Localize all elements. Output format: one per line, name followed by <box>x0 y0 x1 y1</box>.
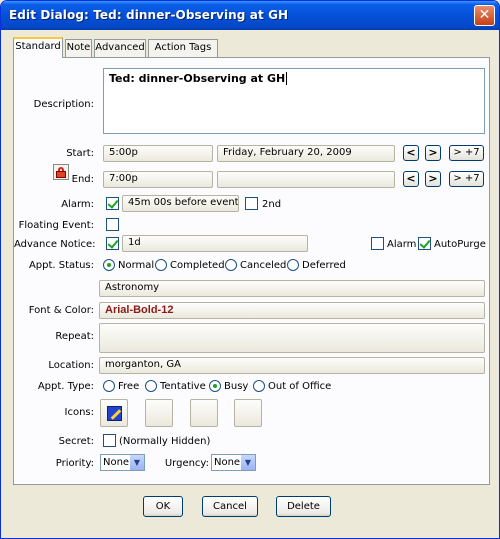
status-canceled-radio[interactable] <box>225 259 237 271</box>
icon-slot-3[interactable] <box>190 399 218 427</box>
autopurge-checkbox[interactable] <box>418 237 431 250</box>
start-plus7-button[interactable]: > +7 <box>449 145 484 161</box>
repeat-label: Repeat: <box>55 331 94 342</box>
start-label: Start: <box>66 148 94 159</box>
delete-button[interactable]: Delete <box>276 496 331 517</box>
autopurge-label: AutoPurge <box>434 239 486 250</box>
font-color-label: Font & Color: <box>28 305 94 316</box>
status-completed-label: Completed <box>170 260 225 271</box>
description-textarea[interactable]: Ted: dinner-Observing at GH <box>103 68 485 134</box>
advance-alarm-checkbox[interactable] <box>371 237 384 250</box>
advance-notice-field[interactable]: 1d <box>122 235 308 252</box>
end-prev-button[interactable]: < <box>403 171 419 187</box>
icon-slot-4[interactable] <box>234 399 262 427</box>
secret-label: Secret: <box>58 436 94 447</box>
status-normal-radio[interactable] <box>103 259 115 271</box>
appt-status-label: Appt. Status: <box>28 260 94 271</box>
tab-action-tags[interactable]: Action Tags <box>148 39 218 57</box>
chevron-left-icon: < <box>406 146 416 159</box>
icons-label: Icons: <box>64 407 94 418</box>
status-deferred-label: Deferred <box>302 260 346 271</box>
end-plus7-button[interactable]: > +7 <box>449 171 484 187</box>
secret-text: (Normally Hidden) <box>119 436 211 447</box>
description-label: Description: <box>33 99 94 110</box>
start-prev-button[interactable]: < <box>403 145 419 161</box>
window-title: Edit Dialog: Ted: dinner-Observing at GH <box>9 8 289 22</box>
appt-type-label: Appt. Type: <box>37 381 94 392</box>
location-field[interactable]: morganton, GA <box>99 357 485 374</box>
end-date-field[interactable] <box>217 171 395 188</box>
description-text: Ted: dinner-Observing at GH <box>109 72 286 85</box>
type-free-label: Free <box>118 381 140 392</box>
type-tentative-radio[interactable] <box>145 380 157 392</box>
tab-standard[interactable]: Standard <box>13 37 63 58</box>
status-normal-label: Normal <box>118 260 155 271</box>
status-deferred-radio[interactable] <box>287 259 299 271</box>
urgency-label: Urgency: <box>164 458 209 469</box>
category-field[interactable]: Astronomy <box>99 280 485 297</box>
type-tentative-label: Tentative <box>160 381 206 392</box>
chevron-down-icon[interactable]: ▼ <box>240 455 255 470</box>
floating-event-label: Floating Event: <box>18 220 94 231</box>
close-button[interactable]: ✕ <box>474 5 495 26</box>
end-time-field[interactable]: 7:00p <box>103 171 213 188</box>
type-busy-label: Busy <box>224 381 249 392</box>
advance-alarm-label: Alarm <box>387 239 417 250</box>
urgency-value: None <box>214 457 241 468</box>
chevron-down-icon[interactable]: ▼ <box>129 455 144 470</box>
floating-event-checkbox[interactable] <box>106 218 119 231</box>
type-free-radio[interactable] <box>103 380 115 392</box>
start-next-button[interactable]: > <box>425 145 441 161</box>
tab-advanced[interactable]: Advanced <box>94 39 146 57</box>
alarm-label: Alarm: <box>61 199 94 210</box>
ok-button[interactable]: OK <box>143 496 183 517</box>
alarm-time-field[interactable]: 45m 00s before event. <box>122 195 239 212</box>
status-canceled-label: Canceled <box>240 260 287 271</box>
start-date-field[interactable]: Friday, February 20, 2009 <box>217 145 395 162</box>
edit-dialog-window: Edit Dialog: Ted: dinner-Observing at GH… <box>0 0 500 539</box>
pencil-icon <box>107 406 122 421</box>
chevron-left-icon: < <box>406 172 416 185</box>
advance-notice-checkbox[interactable] <box>106 237 119 250</box>
priority-label: Priority: <box>55 458 94 469</box>
repeat-field[interactable] <box>99 323 485 353</box>
priority-value: None <box>103 457 130 468</box>
alarm-checkbox[interactable] <box>106 197 119 210</box>
priority-select[interactable]: None ▼ <box>100 454 145 471</box>
urgency-select[interactable]: None ▼ <box>211 454 256 471</box>
chevron-right-icon: > <box>428 146 438 159</box>
end-next-button[interactable]: > <box>425 171 441 187</box>
title-bar[interactable]: Edit Dialog: Ted: dinner-Observing at GH… <box>1 1 499 30</box>
cancel-button[interactable]: Cancel <box>202 496 258 517</box>
end-label: End: <box>71 174 94 185</box>
tab-note[interactable]: Note <box>65 39 92 57</box>
chevron-right-icon: > <box>428 172 438 185</box>
location-label: Location: <box>48 360 94 371</box>
icon-slot-1[interactable] <box>100 399 128 427</box>
close-icon: ✕ <box>478 7 491 23</box>
type-out-of-office-label: Out of Office <box>268 381 332 392</box>
second-alarm-label: 2nd <box>262 199 282 210</box>
advance-notice-label: Advance Notice: <box>14 239 96 250</box>
standard-panel: Description: Ted: dinner-Observing at GH… <box>13 57 490 485</box>
second-alarm-checkbox[interactable] <box>245 197 258 210</box>
type-out-of-office-radio[interactable] <box>253 380 265 392</box>
type-busy-radio[interactable] <box>209 380 221 392</box>
status-completed-radio[interactable] <box>155 259 167 271</box>
start-time-field[interactable]: 5:00p <box>103 145 213 162</box>
icon-slot-2[interactable] <box>145 399 173 427</box>
font-color-field[interactable]: Arial-Bold-12 <box>99 302 485 319</box>
secret-checkbox[interactable] <box>103 434 116 447</box>
